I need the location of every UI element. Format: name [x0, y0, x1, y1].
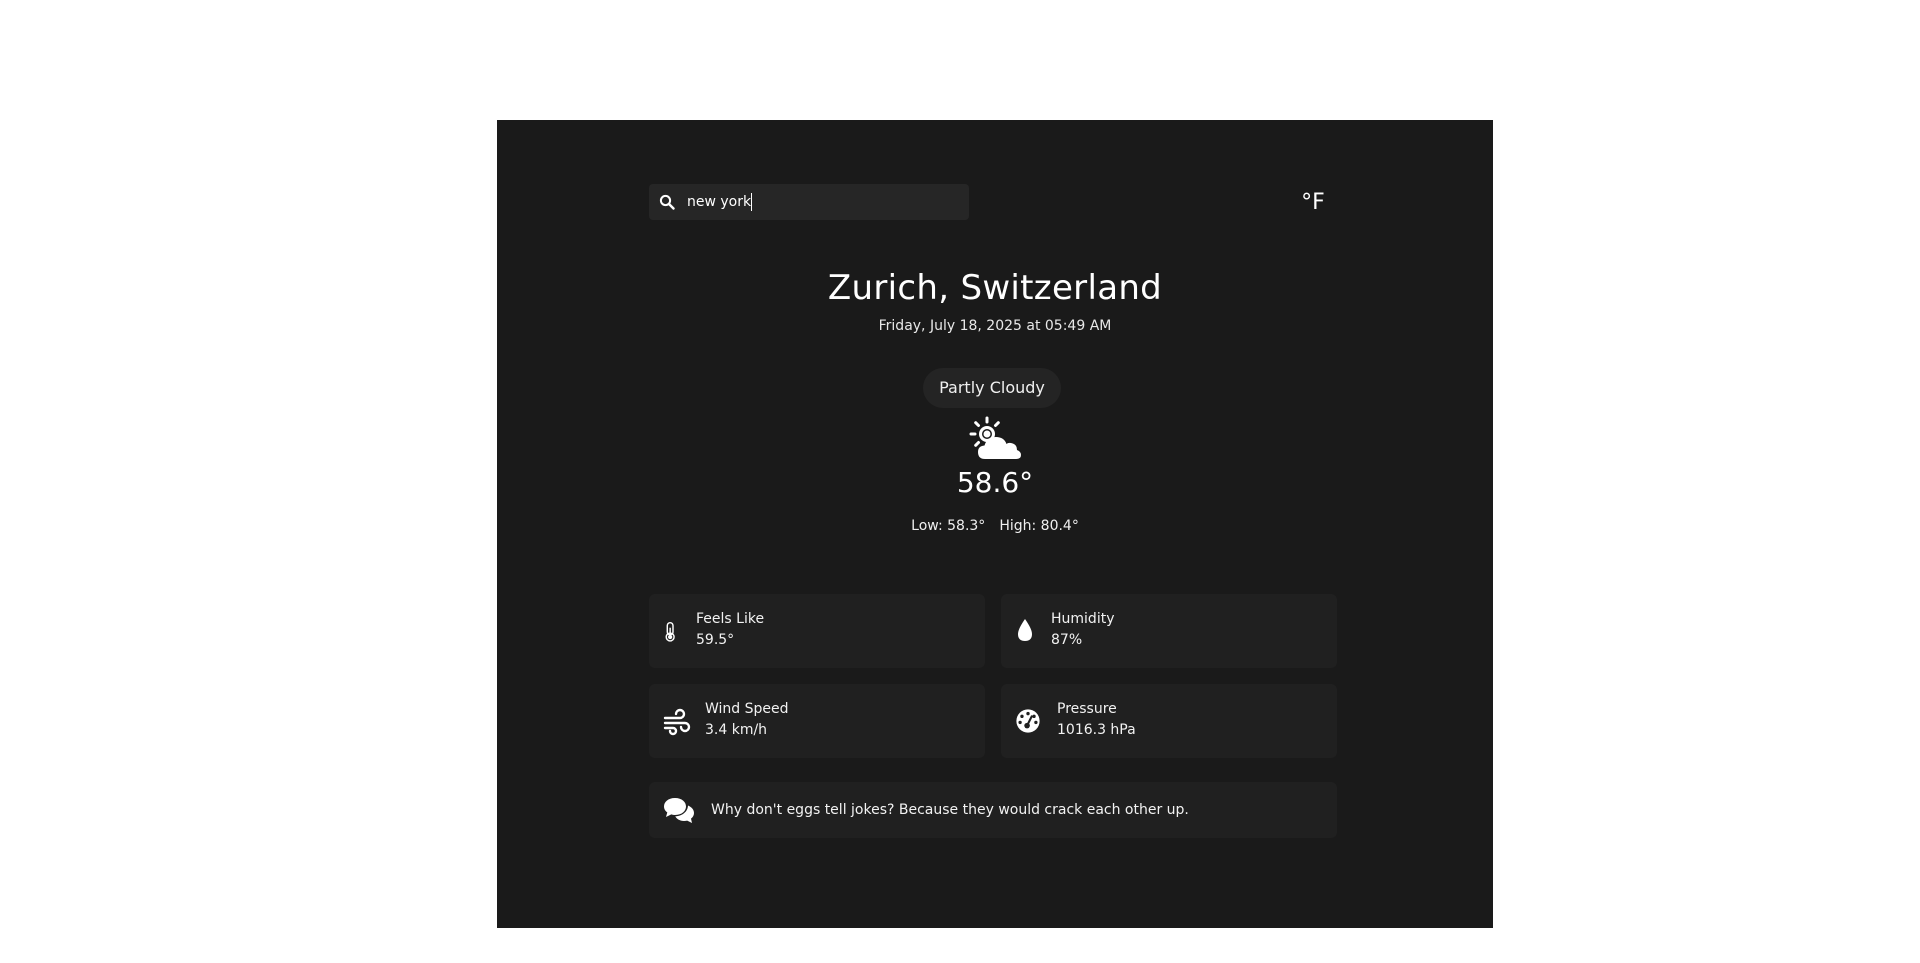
detail-card-feels-like: Feels Like 59.5°: [649, 594, 985, 668]
date-time: Friday, July 18, 2025 at 05:49 AM: [878, 318, 1112, 334]
joke-text: Why don't eggs tell jokes? Because they …: [711, 802, 1189, 818]
detail-value: 3.4 km/h: [705, 722, 768, 738]
wind-icon: [663, 708, 691, 736]
low-temperature: Low: 58.3°: [911, 518, 986, 534]
weather-app: new york °F Zurich, Switzerland Friday, …: [497, 120, 1493, 928]
joke-card: Why don't eggs tell jokes? Because they …: [649, 782, 1337, 838]
partly-cloudy-icon: [969, 416, 1021, 459]
thermometer-icon: [665, 622, 675, 642]
detail-card-humidity: Humidity 87%: [1001, 594, 1337, 668]
detail-label: Humidity: [1051, 611, 1115, 627]
detail-label: Pressure: [1057, 701, 1117, 717]
low-high-range: Low: 58.3° High: 80.4°: [497, 518, 1493, 534]
droplet-icon: [1018, 619, 1032, 641]
current-temperature: 58.6°: [956, 466, 1034, 499]
unit-toggle-button[interactable]: °F: [1293, 184, 1333, 220]
detail-value: 87%: [1051, 632, 1083, 648]
search-input[interactable]: new york: [687, 184, 957, 220]
detail-value: 59.5°: [696, 632, 735, 648]
detail-label: Wind Speed: [705, 701, 789, 717]
search-input-value: new york: [687, 194, 752, 210]
detail-card-wind-speed: Wind Speed 3.4 km/h: [649, 684, 985, 758]
detail-card-pressure: Pressure 1016.3 hPa: [1001, 684, 1337, 758]
search-icon: [659, 194, 675, 210]
condition-badge: Partly Cloudy: [923, 368, 1061, 408]
high-temperature: High: 80.4°: [999, 518, 1079, 534]
text-caret: [751, 193, 753, 211]
comments-icon: [664, 798, 694, 823]
detail-value: 1016.3 hPa: [1057, 722, 1136, 738]
gauge-icon: [1016, 709, 1040, 733]
search-box[interactable]: new york: [649, 184, 969, 220]
location-title: Zurich, Switzerland: [827, 268, 1163, 308]
detail-label: Feels Like: [696, 611, 765, 627]
